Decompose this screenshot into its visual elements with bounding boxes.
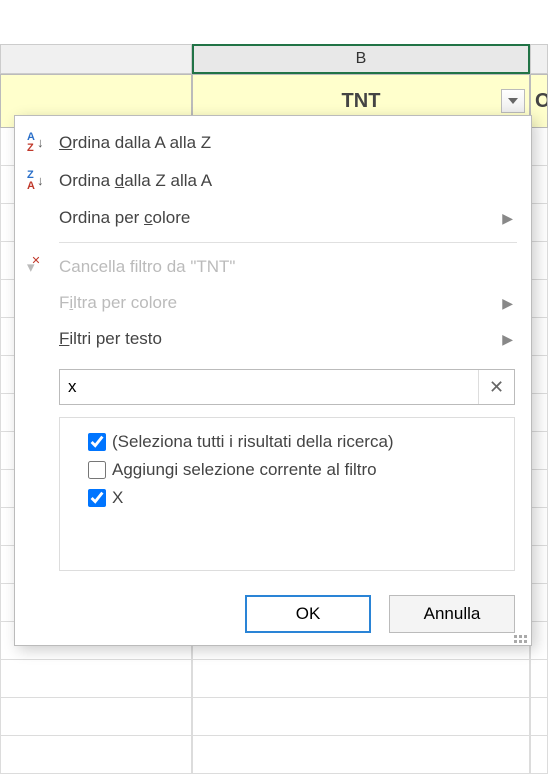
ok-button[interactable]: OK xyxy=(245,595,371,633)
funnel-clear-icon: ▾✕ xyxy=(27,258,59,276)
cell[interactable] xyxy=(530,508,548,546)
cell[interactable] xyxy=(530,736,548,774)
sort-descending-item[interactable]: ZA ↓ Ordina dalla Z alla A xyxy=(15,162,531,200)
filter-color-label: Filtra per colore xyxy=(59,293,502,313)
dialog-buttons: OK Annulla xyxy=(15,595,531,633)
cell[interactable] xyxy=(0,736,192,774)
filter-search-box: ✕ xyxy=(59,369,515,405)
cell[interactable] xyxy=(0,698,192,736)
text-filters-item[interactable]: Filtri per testo ▶ xyxy=(15,321,531,357)
select-all-label: (Seleziona tutti i risultati della ricer… xyxy=(112,432,394,452)
cell[interactable] xyxy=(530,660,548,698)
filter-value-row[interactable]: X xyxy=(74,484,500,512)
header-b-label: TNT xyxy=(342,90,381,113)
clear-filter-item: ▾✕ Cancella filtro da "TNT" xyxy=(15,249,531,285)
close-icon: ✕ xyxy=(489,377,504,398)
cell[interactable] xyxy=(530,128,548,166)
select-all-results-row[interactable]: (Seleziona tutti i risultati della ricer… xyxy=(74,428,500,456)
cell[interactable] xyxy=(530,394,548,432)
filter-dropdown-button[interactable] xyxy=(501,89,525,113)
sort-za-label: Ordina dalla Z alla A xyxy=(59,171,513,191)
cell[interactable] xyxy=(530,356,548,394)
chevron-down-icon xyxy=(508,98,518,104)
add-current-selection-row[interactable]: Aggiungi selezione corrente al filtro xyxy=(74,456,500,484)
filter-value-label: X xyxy=(112,488,123,508)
clear-search-button[interactable]: ✕ xyxy=(478,370,514,404)
cell[interactable] xyxy=(530,584,548,622)
cell[interactable] xyxy=(530,318,548,356)
filter-by-color-item: Filtra per colore ▶ xyxy=(15,285,531,321)
cell[interactable] xyxy=(192,698,530,736)
clear-filter-label: Cancella filtro da "TNT" xyxy=(59,257,513,277)
submenu-arrow-icon: ▶ xyxy=(502,210,513,227)
col-header-b[interactable]: B xyxy=(192,44,530,74)
col-header-c[interactable] xyxy=(530,44,548,74)
menu-separator xyxy=(59,242,517,243)
sort-by-color-item[interactable]: Ordina per colore ▶ xyxy=(15,200,531,236)
add-current-checkbox[interactable] xyxy=(88,461,106,479)
filter-value-checkbox[interactable] xyxy=(88,489,106,507)
text-filters-label: Filtri per testo xyxy=(59,329,502,349)
cell[interactable] xyxy=(530,242,548,280)
filter-search-input[interactable] xyxy=(60,373,478,401)
cell[interactable] xyxy=(530,698,548,736)
header-c-fragment: OL xyxy=(535,90,548,113)
column-header-row: B xyxy=(0,44,548,74)
cell[interactable] xyxy=(530,204,548,242)
autofilter-panel: AZ ↓ Ordina dalla A alla Z ZA ↓ Ordina d… xyxy=(14,115,532,646)
header-cell-c[interactable]: OL xyxy=(530,74,548,128)
sort-color-label: Ordina per colore xyxy=(59,208,502,228)
cell[interactable] xyxy=(0,660,192,698)
select-all-checkbox[interactable] xyxy=(88,433,106,451)
cell[interactable] xyxy=(192,660,530,698)
sort-az-label: Ordina dalla A alla Z xyxy=(59,133,513,153)
cancel-button[interactable]: Annulla xyxy=(389,595,515,633)
cell[interactable] xyxy=(530,280,548,318)
cell[interactable] xyxy=(530,622,548,660)
sort-ascending-item[interactable]: AZ ↓ Ordina dalla A alla Z xyxy=(15,124,531,162)
submenu-arrow-icon: ▶ xyxy=(502,295,513,312)
col-header-a[interactable] xyxy=(0,44,192,74)
sort-za-icon: ZA ↓ xyxy=(27,170,59,192)
cell[interactable] xyxy=(530,546,548,584)
sort-az-icon: AZ ↓ xyxy=(27,132,59,154)
submenu-arrow-icon: ▶ xyxy=(502,331,513,348)
filter-values-list: (Seleziona tutti i risultati della ricer… xyxy=(59,417,515,571)
resize-grip-icon[interactable] xyxy=(511,627,527,643)
cell[interactable] xyxy=(530,432,548,470)
cell[interactable] xyxy=(192,736,530,774)
add-current-label: Aggiungi selezione corrente al filtro xyxy=(112,460,377,480)
cell[interactable] xyxy=(530,166,548,204)
cell[interactable] xyxy=(530,470,548,508)
